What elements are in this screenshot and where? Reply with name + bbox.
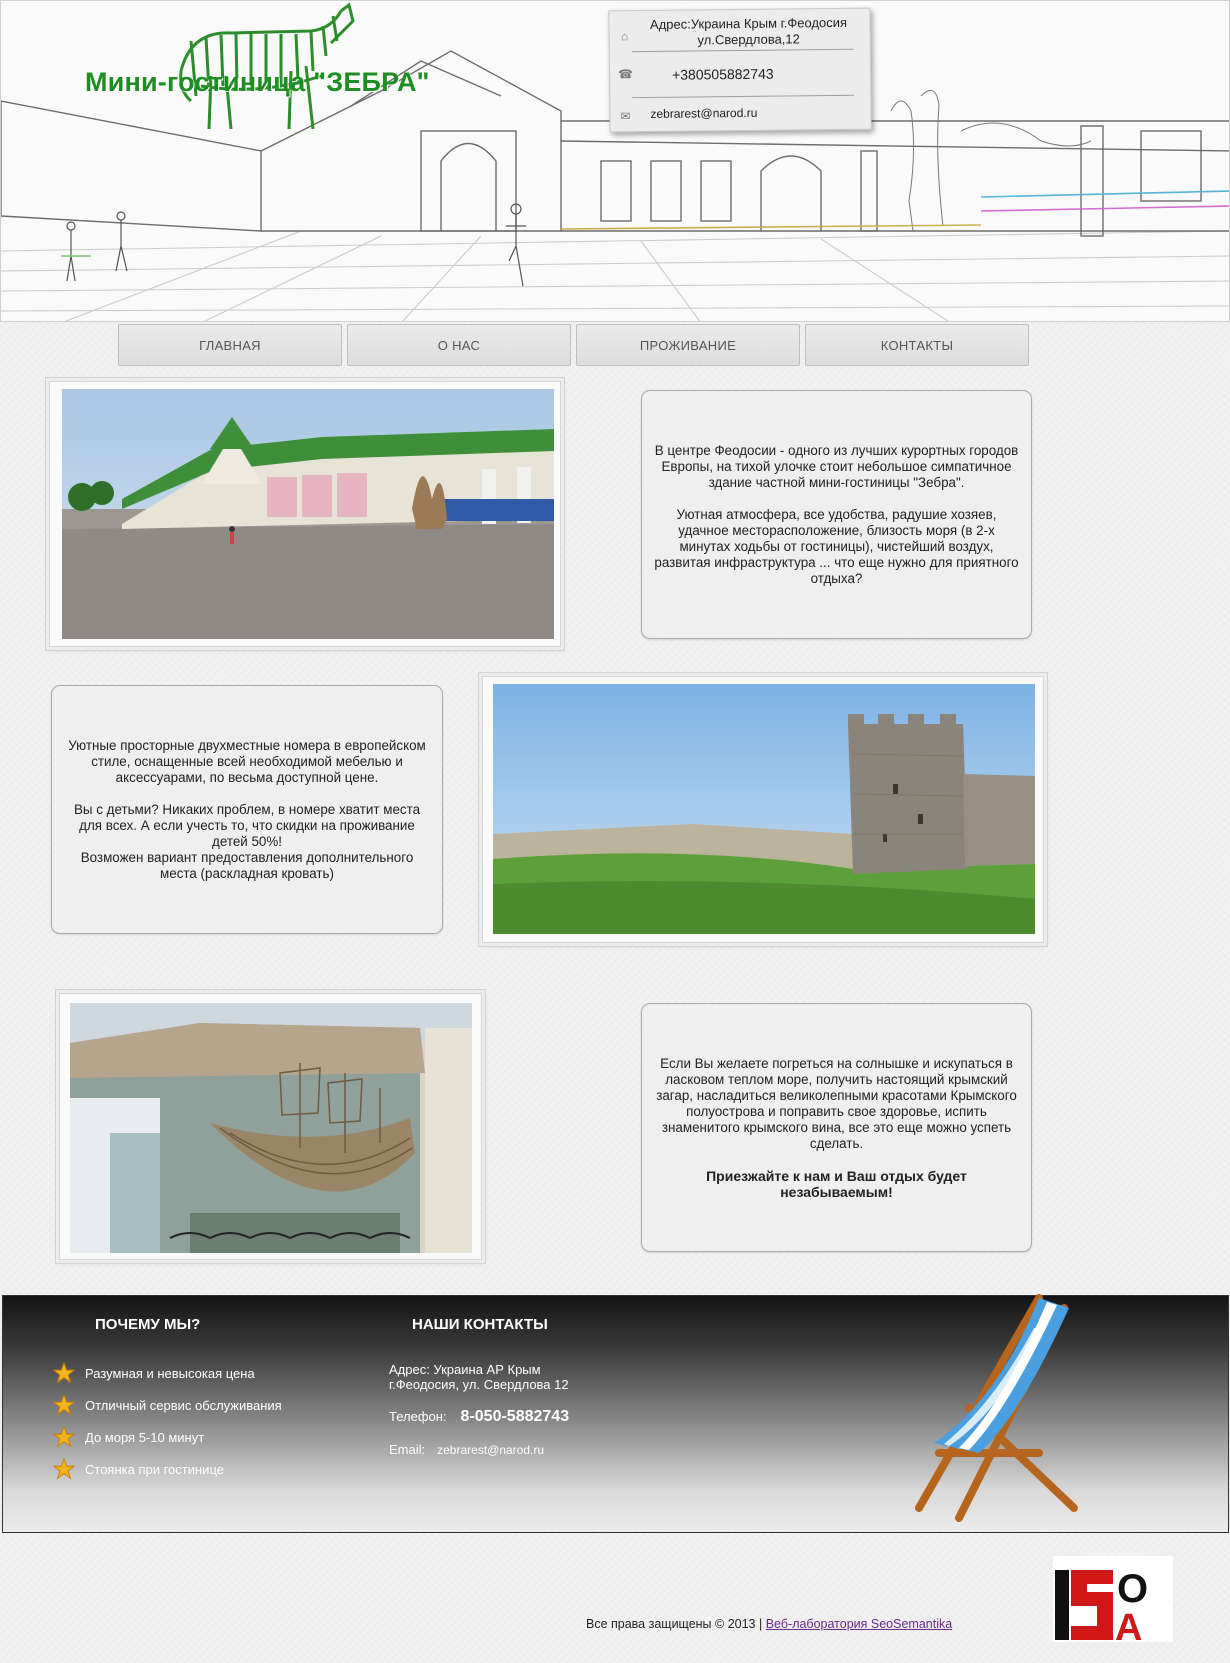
nav-item-accommodation[interactable]: ПРОЖИВАНИЕ	[576, 324, 800, 366]
header-address: Адрес:Украина Крым г.Феодосия ул.Свердло…	[649, 14, 848, 48]
why-item-label: Разумная и невысокая цена	[85, 1365, 255, 1381]
nav-item-home[interactable]: ГЛАВНАЯ	[118, 324, 342, 366]
why-item-label: До моря 5-10 минут	[85, 1429, 205, 1445]
site-logo-text[interactable]: Мини-гостиница "ЗЕБРА"	[85, 67, 430, 98]
star-icon	[53, 1394, 75, 1416]
seosemantika-logo-icon[interactable]: O A M	[1053, 1556, 1173, 1642]
seosemantika-link[interactable]: Веб-лаборатория SeoSemantika	[766, 1617, 952, 1631]
svg-text:A: A	[1115, 1607, 1142, 1642]
phone-label: Телефон:	[389, 1409, 447, 1424]
header-contact-card: ⌂ Адрес:Украина Крым г.Феодосия ул.Сверд…	[608, 7, 872, 133]
home-icon: ⌂	[620, 29, 629, 44]
photo-ship-relief	[70, 1003, 472, 1253]
rooms-paragraph-2: Вы с детьми? Никаких проблем, в номере х…	[73, 801, 421, 849]
why-item-label: Отличный сервис обслуживания	[85, 1397, 282, 1413]
footer-phone[interactable]: 8-050-5882743	[461, 1408, 570, 1425]
nav-item-about[interactable]: О НАС	[347, 324, 571, 366]
deck-chair-icon	[915, 1294, 1078, 1522]
why-item-label: Стоянка при гостинице	[85, 1461, 224, 1477]
nav-item-contacts[interactable]: КОНТАКТЫ	[805, 324, 1029, 366]
sea-text-box: Если Вы желаете погреться на солнышке и …	[641, 1003, 1032, 1252]
divider	[631, 48, 854, 53]
footer-address-line-2: г.Феодосия, ул. Свердлова 12	[389, 1377, 569, 1392]
star-icon	[53, 1458, 75, 1480]
list-item: До моря 5-10 минут	[53, 1421, 282, 1453]
footer-address-line-1: Адрес: Украина АР Крым	[389, 1362, 541, 1377]
photo-fortress	[493, 684, 1035, 934]
star-icon	[53, 1362, 75, 1384]
photo-station-frame	[49, 381, 561, 647]
mail-icon: ✉	[620, 109, 631, 124]
zebra-logo-icon	[179, 2, 355, 130]
phone-icon: ☎	[617, 67, 634, 82]
photo-station	[62, 389, 554, 639]
header-email[interactable]: zebrarest@narod.ru	[610, 105, 870, 122]
divider	[632, 94, 855, 99]
header-phone[interactable]: +380505882743	[610, 65, 870, 84]
footer-email[interactable]: zebrarest@narod.ru	[437, 1443, 544, 1457]
email-label: Email:	[389, 1442, 426, 1457]
photo-ship-relief-frame	[59, 993, 482, 1260]
why-us-title: ПОЧЕМУ МЫ?	[95, 1316, 201, 1333]
rooms-text-box: Уютные просторные двухместные номера в е…	[51, 685, 443, 934]
photo-fortress-frame	[482, 676, 1044, 943]
copyright-text: Все права защищены © 2013 |	[586, 1617, 763, 1631]
header-banner: Мини-гостиница "ЗЕБРА" ⌂ Адрес:Украина К…	[0, 0, 1230, 322]
list-item: Отличный сервис обслуживания	[53, 1389, 282, 1421]
copyright: Все права защищены © 2013 | Веб-лаборато…	[586, 1617, 952, 1631]
sea-paragraph-2: Приезжайте к нам и Ваш отдых будет незаб…	[706, 1167, 967, 1200]
why-us-list: Разумная и невысокая цена Отличный серви…	[53, 1357, 282, 1485]
list-item: Стоянка при гостинице	[53, 1453, 282, 1485]
intro-text-box: В центре Феодосии - одного из лучших кур…	[641, 390, 1032, 639]
svg-text:O: O	[1117, 1567, 1148, 1611]
footer-band: ПОЧЕМУ МЫ? Разумная и невысокая цена Отл…	[2, 1294, 1229, 1533]
star-icon	[53, 1426, 75, 1448]
rooms-paragraph-1: Уютные просторные двухместные номера в е…	[68, 737, 426, 785]
rooms-paragraph-3: Возможен вариант предоставления дополнит…	[80, 849, 414, 881]
intro-paragraph-1: В центре Феодосии - одного из лучших кур…	[654, 442, 1019, 490]
sea-paragraph-1: Если Вы желаете погреться на солнышке и …	[656, 1055, 1017, 1151]
list-item: Разумная и невысокая цена	[53, 1357, 282, 1389]
contacts-title: НАШИ КОНТАКТЫ	[412, 1316, 548, 1333]
footer-contacts: Адрес: Украина АР Крым г.Феодосия, ул. С…	[389, 1362, 569, 1457]
intro-paragraph-2: Уютная атмосфера, все удобства, радушие …	[654, 506, 1019, 586]
